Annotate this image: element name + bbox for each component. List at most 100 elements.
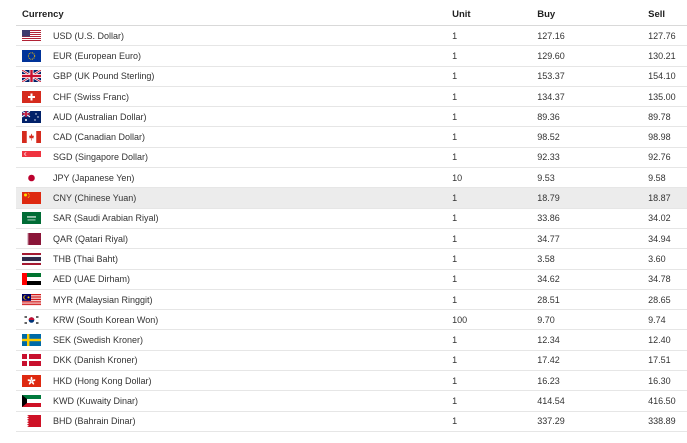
flag-china-icon: [22, 192, 41, 205]
unit-cell: 1: [452, 187, 538, 209]
table-row: BHD (Bahrain Dinar) 1 337.29 338.89: [16, 411, 687, 432]
buy-rate-cell: 33.86: [537, 208, 649, 229]
table-row: GBP (UK Pound Sterling) 1 153.37 154.10: [16, 66, 687, 87]
currency-name: SGD (Singapore Dollar): [53, 152, 149, 163]
buy-rate-cell: 3.58: [537, 248, 649, 270]
table-header-row: Currency Unit Buy Sell: [16, 3, 687, 26]
currency-cell: CNY (Chinese Yuan): [16, 187, 453, 209]
flag-australia-icon: [22, 110, 41, 123]
unit-cell: 1: [452, 208, 538, 229]
table-row: SAR (Saudi Arabian Riyal) 1 33.86 34.02: [16, 208, 687, 229]
buy-rate-cell: 153.37: [537, 66, 649, 87]
currency-cell: EUR (European Euro): [16, 45, 453, 67]
buy-rate-cell: 127.16: [537, 25, 649, 47]
unit-cell: 10: [452, 167, 538, 189]
currency-cell: THB (Thai Baht): [16, 248, 453, 270]
currency-cell: MYR (Malaysian Ringgit): [16, 289, 453, 311]
header-currency: Currency: [16, 3, 453, 26]
currency-name: CAD (Canadian Dollar): [53, 132, 146, 143]
currency-cell: CAD (Canadian Dollar): [16, 126, 453, 148]
table-row: CHF (Swiss Franc) 1 134.37 135.00: [16, 86, 687, 108]
sell-rate-cell: 34.78: [648, 269, 687, 290]
flag-eu-icon: [22, 49, 41, 62]
currency-cell: SAR (Saudi Arabian Riyal): [16, 208, 453, 229]
header-sell: Sell: [648, 3, 687, 26]
sell-rate-cell: 18.87: [648, 187, 687, 209]
currency-name: BHD (Bahrain Dinar): [53, 416, 136, 427]
unit-cell: 100: [452, 309, 538, 331]
currency-cell: JPY (Japanese Yen): [16, 167, 453, 189]
table-row: THB (Thai Baht) 1 3.58 3.60: [16, 248, 687, 270]
buy-rate-cell: 134.37: [537, 86, 649, 108]
currency-name: USD (U.S. Dollar): [53, 30, 125, 41]
table-row: KRW (South Korean Won) 100 9.70 9.74: [16, 309, 687, 331]
unit-cell: 1: [452, 25, 538, 47]
flag-thailand-icon: [22, 252, 41, 265]
buy-rate-cell: 98.52: [537, 126, 649, 148]
flag-malaysia-icon: [22, 293, 41, 306]
sell-rate-cell: 28.65: [648, 289, 687, 311]
buy-rate-cell: 92.33: [537, 147, 649, 169]
flag-japan-icon: [22, 171, 41, 184]
flag-denmark-icon: [22, 354, 41, 367]
buy-rate-cell: 9.53: [537, 167, 649, 189]
currency-cell: HKD (Hong Kong Dollar): [16, 370, 453, 392]
buy-rate-cell: 337.29: [537, 411, 649, 432]
unit-cell: 1: [452, 45, 538, 67]
table-row: QAR (Qatari Riyal) 1 34.77 34.94: [16, 228, 687, 250]
currency-name: KWD (Kuwaity Dinar): [53, 395, 139, 406]
flag-kuwait-icon: [22, 394, 41, 407]
flag-usa-icon: [22, 29, 41, 42]
table-row: SEK (Swedish Kroner) 1 12.34 12.40: [16, 329, 687, 351]
unit-cell: 1: [452, 370, 538, 392]
buy-rate-cell: 34.77: [537, 228, 649, 250]
currency-name: QAR (Qatari Riyal): [53, 233, 129, 244]
buy-rate-cell: 18.79: [537, 187, 649, 209]
unit-cell: 1: [452, 411, 538, 432]
table-row: HKD (Hong Kong Dollar) 1 16.23 16.30: [16, 370, 687, 392]
flag-south-korea-icon: [22, 313, 41, 326]
unit-cell: 1: [452, 289, 538, 311]
currency-cell: AUD (Australian Dollar): [16, 106, 453, 128]
currency-cell: QAR (Qatari Riyal): [16, 228, 453, 250]
buy-rate-cell: 9.70: [537, 309, 649, 331]
currency-name: SAR (Saudi Arabian Riyal): [53, 213, 159, 224]
table-row: USD (U.S. Dollar) 1 127.16 127.76: [16, 25, 687, 47]
currency-name: HKD (Hong Kong Dollar): [53, 375, 152, 386]
flag-saudi-arabia-icon: [22, 212, 41, 225]
header-unit: Unit: [452, 3, 538, 26]
currency-name: SEK (Swedish Kroner): [53, 335, 144, 346]
unit-cell: 1: [452, 248, 538, 270]
table-row: CNY (Chinese Yuan) 1 18.79 18.87: [16, 187, 687, 209]
currency-name: AED (UAE Dirham): [53, 274, 131, 285]
table-row: EUR (European Euro) 1 129.60 130.21: [16, 45, 687, 67]
sell-rate-cell: 34.94: [648, 228, 687, 250]
flag-hong-kong-icon: [22, 374, 41, 387]
currency-cell: SEK (Swedish Kroner): [16, 329, 453, 351]
unit-cell: 1: [452, 147, 538, 169]
flag-uae-icon: [22, 273, 41, 286]
currency-cell: AED (UAE Dirham): [16, 269, 453, 290]
buy-rate-cell: 16.23: [537, 370, 649, 392]
currency-cell: KWD (Kuwaity Dinar): [16, 390, 453, 412]
table-row: AED (UAE Dirham) 1 34.62 34.78: [16, 269, 687, 290]
currency-name: CNY (Chinese Yuan): [53, 193, 137, 204]
currency-name: JPY (Japanese Yen): [53, 172, 135, 183]
buy-rate-cell: 89.36: [537, 106, 649, 128]
flag-canada-icon: [22, 131, 41, 144]
sell-rate-cell: 9.74: [648, 309, 687, 331]
sell-rate-cell: 92.76: [648, 147, 687, 169]
sell-rate-cell: 34.02: [648, 208, 687, 229]
currency-name: THB (Thai Baht): [53, 253, 119, 264]
buy-rate-cell: 17.42: [537, 350, 649, 372]
sell-rate-cell: 89.78: [648, 106, 687, 128]
table-row: CAD (Canadian Dollar) 1 98.52 98.98: [16, 126, 687, 148]
flag-sweden-icon: [22, 334, 41, 347]
currency-name: GBP (UK Pound Sterling): [53, 71, 155, 82]
buy-rate-cell: 129.60: [537, 45, 649, 67]
unit-cell: 1: [452, 390, 538, 412]
currency-cell: GBP (UK Pound Sterling): [16, 66, 453, 87]
header-buy: Buy: [537, 3, 649, 26]
table-row: KWD (Kuwaity Dinar) 1 414.54 416.50: [16, 390, 687, 412]
sell-rate-cell: 9.58: [648, 167, 687, 189]
